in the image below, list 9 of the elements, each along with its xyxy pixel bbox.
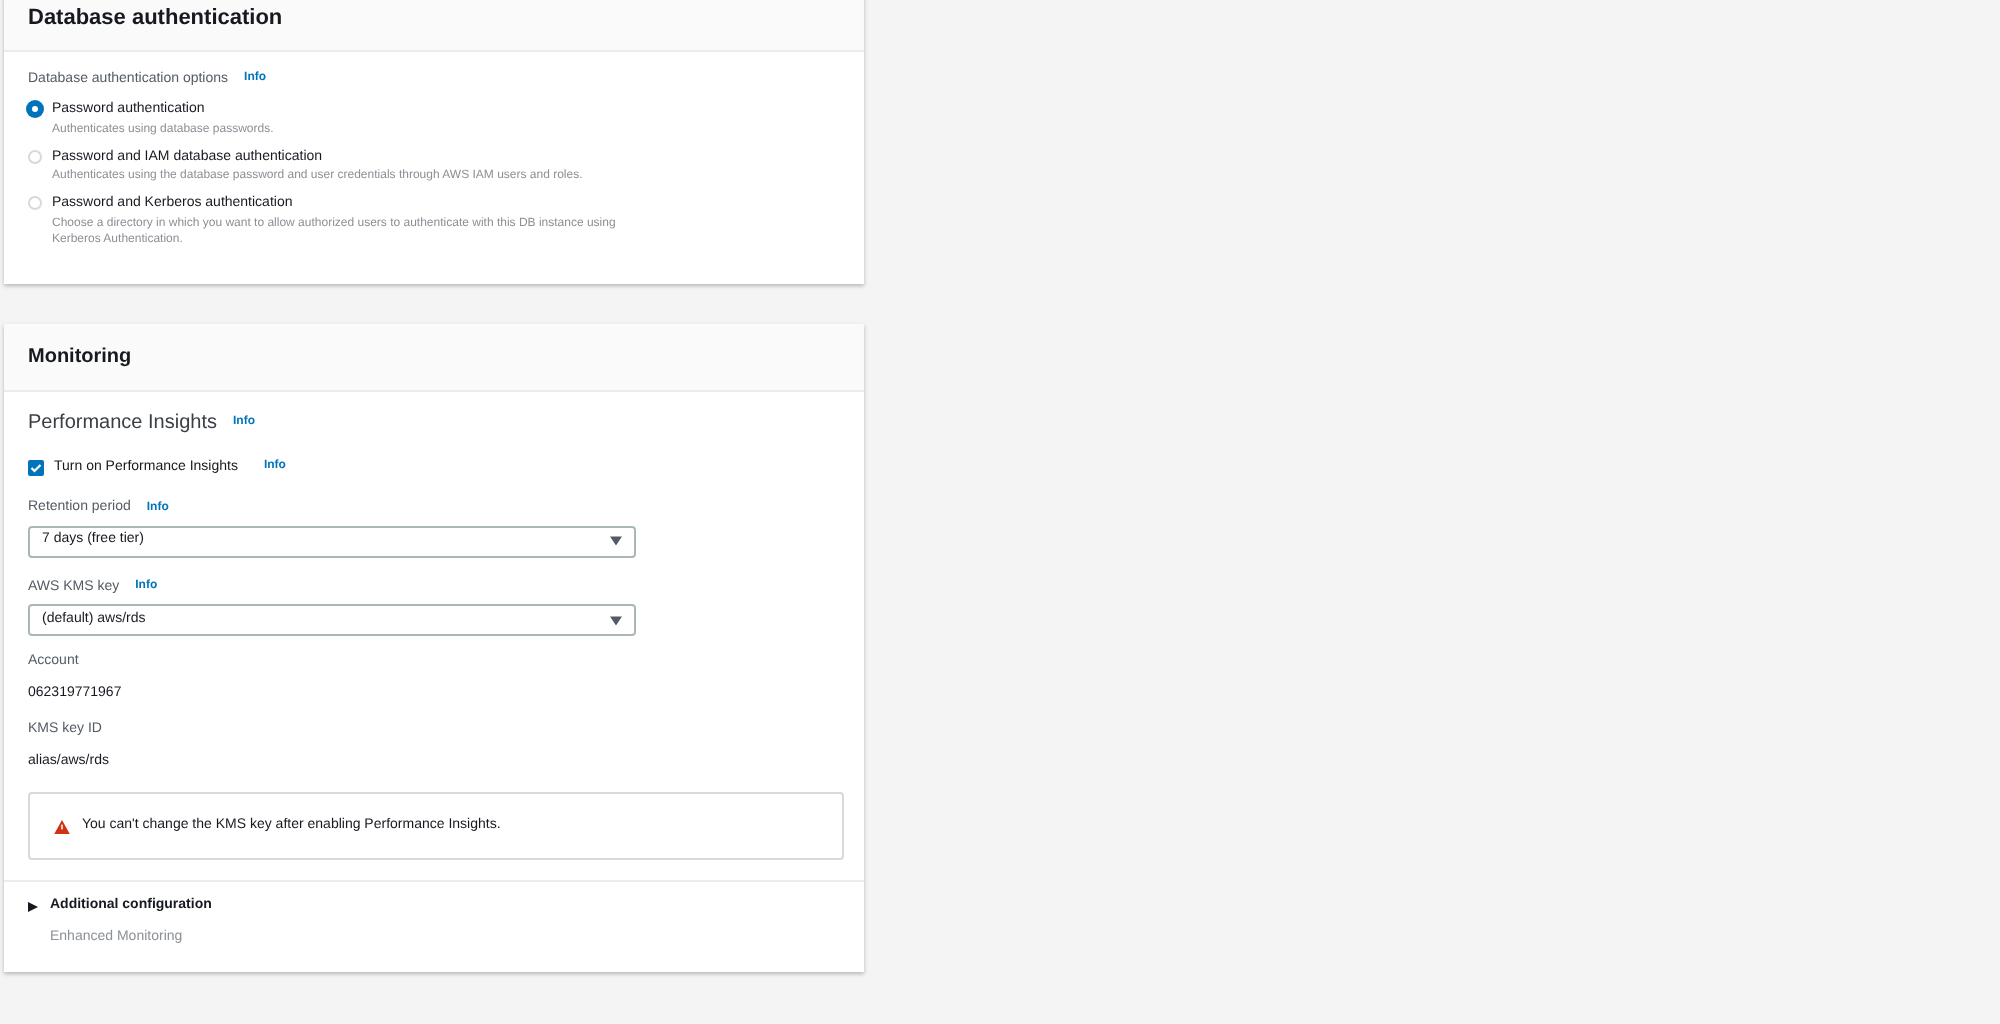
section-title: Performance Insights bbox=[28, 409, 217, 437]
caret-icon bbox=[610, 615, 622, 625]
checkbox[interactable] bbox=[28, 459, 44, 476]
warning-icon bbox=[54, 819, 70, 833]
caret-icon bbox=[610, 536, 622, 546]
radio-button[interactable] bbox=[28, 102, 42, 116]
panel-title: Monitoring bbox=[28, 343, 134, 371]
caret-icon bbox=[28, 901, 38, 912]
panel-title: Database authentication bbox=[28, 4, 285, 34]
